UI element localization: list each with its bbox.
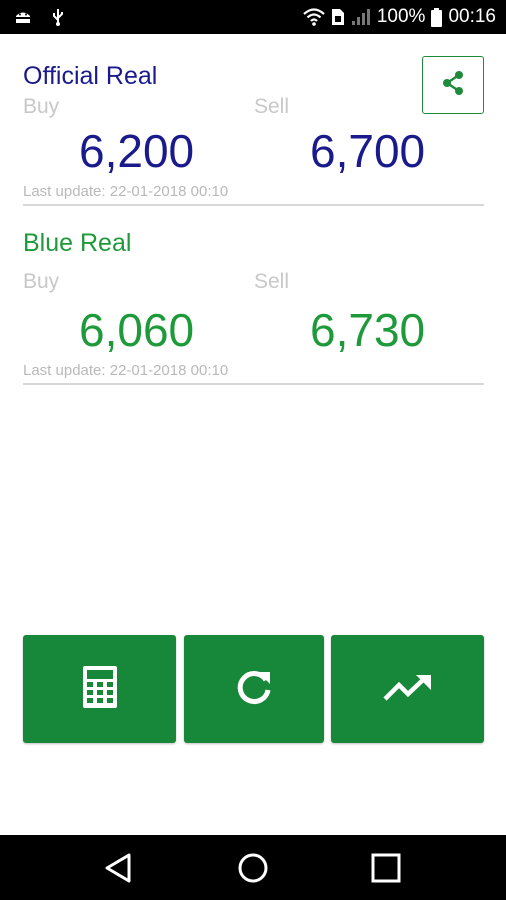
last-update: Last update: 22-01-2018 00:10 bbox=[23, 183, 229, 200]
buy-value: 6,060 bbox=[79, 304, 195, 356]
last-update: Last update: 22-01-2018 00:10 bbox=[23, 362, 229, 379]
chart-button[interactable] bbox=[331, 635, 484, 743]
buy-value: 6,200 bbox=[79, 125, 195, 177]
navigation-bar bbox=[0, 835, 506, 900]
sell-value: 6,730 bbox=[310, 304, 426, 356]
refresh-button[interactable] bbox=[184, 635, 324, 743]
calculator-icon bbox=[82, 665, 117, 713]
clock: 00:16 bbox=[448, 6, 496, 27]
status-bar: 100% 00:16 bbox=[0, 0, 506, 34]
battery-icon bbox=[431, 7, 443, 27]
wifi-icon bbox=[303, 8, 325, 26]
share-button[interactable] bbox=[422, 56, 484, 114]
blue-real-section: Blue Real Buy Sell 6,060 6,730 Last upda… bbox=[23, 228, 484, 385]
usb-icon bbox=[52, 8, 64, 26]
section-title: Official Real bbox=[23, 62, 158, 90]
buy-label: Buy bbox=[23, 95, 60, 118]
sim-icon bbox=[331, 8, 345, 26]
calculator-button[interactable] bbox=[23, 635, 176, 743]
recents-icon[interactable] bbox=[370, 852, 402, 889]
official-real-section: Official Real Buy Sell 6,200 6,700 Last … bbox=[23, 61, 484, 206]
back-icon[interactable] bbox=[103, 852, 133, 889]
buy-label: Buy bbox=[23, 270, 60, 293]
home-icon[interactable] bbox=[236, 852, 270, 889]
android-debug-icon bbox=[14, 9, 32, 25]
sell-label: Sell bbox=[254, 270, 290, 293]
refresh-icon bbox=[233, 666, 275, 713]
trending-up-icon bbox=[382, 672, 433, 707]
divider bbox=[23, 383, 484, 385]
share-icon bbox=[439, 69, 467, 102]
section-title: Blue Real bbox=[23, 229, 132, 257]
battery-level: 100% bbox=[376, 6, 426, 27]
sell-value: 6,700 bbox=[310, 125, 426, 177]
sell-label: Sell bbox=[254, 95, 290, 118]
divider bbox=[23, 204, 484, 206]
signal-icon bbox=[351, 8, 371, 26]
